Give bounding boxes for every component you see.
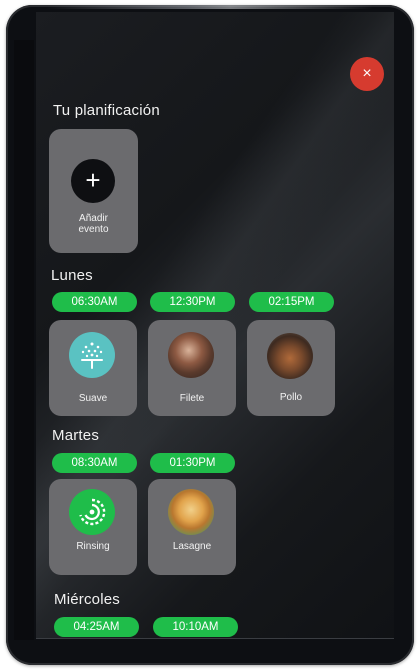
device-side-strip (14, 40, 34, 640)
day-title-lunes: Lunes (51, 267, 93, 284)
close-button[interactable]: × (350, 57, 384, 91)
day-title-martes: Martes (52, 427, 100, 444)
time-pill[interactable]: 08:30AM (52, 453, 137, 473)
day-title-miercoles: Miércoles (54, 591, 120, 608)
event-card-filete[interactable]: Filete (148, 320, 236, 416)
steam-icon (69, 332, 115, 378)
rinse-icon (69, 489, 115, 535)
event-card-suave[interactable]: Suave (49, 320, 137, 416)
event-label: Rinsing (76, 541, 110, 552)
bottom-divider (36, 638, 394, 639)
add-event-label: Añadir evento (78, 213, 109, 235)
time-pill[interactable]: 06:30AM (52, 292, 137, 312)
time-pill[interactable]: 04:25AM (54, 617, 139, 637)
steak-photo (168, 332, 214, 378)
lasagne-photo (168, 489, 214, 535)
add-event-card[interactable]: + Añadir evento (49, 129, 138, 253)
event-label: Pollo (279, 392, 303, 403)
event-label: Lasagne (172, 541, 212, 552)
page-title: Tu planificación (53, 102, 160, 119)
time-pill[interactable]: 01:30PM (150, 453, 235, 473)
plus-icon: + (71, 159, 115, 203)
close-icon: × (362, 65, 372, 82)
event-label: Suave (78, 393, 108, 404)
time-pill[interactable]: 12:30PM (150, 292, 235, 312)
time-pill[interactable]: 02:15PM (249, 292, 334, 312)
chicken-photo (267, 333, 313, 379)
event-card-rinsing[interactable]: Rinsing (49, 479, 137, 575)
event-card-pollo[interactable]: Pollo (247, 320, 335, 416)
event-card-lasagne[interactable]: Lasagne (148, 479, 236, 575)
time-pill[interactable]: 10:10AM (153, 617, 238, 637)
event-label: Filete (179, 393, 205, 404)
